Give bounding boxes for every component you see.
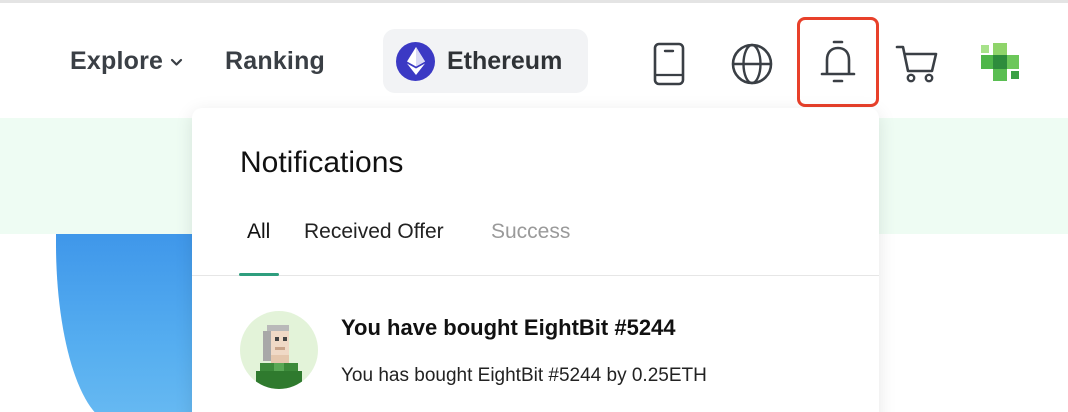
notification-tabs: All Received Offer Success — [192, 204, 879, 276]
account-avatar-button[interactable] — [977, 39, 1023, 85]
mobile-icon — [653, 42, 685, 86]
cart-button[interactable] — [892, 39, 942, 89]
hero-decorative-shape — [56, 234, 196, 412]
active-tab-indicator — [239, 273, 279, 276]
notifications-button[interactable] — [797, 17, 879, 107]
explore-menu[interactable]: Explore — [70, 47, 183, 76]
nft-avatar — [240, 311, 318, 389]
notification-description: You has bought EightBit #5244 by 0.25ETH — [341, 365, 707, 386]
tab-all[interactable]: All — [247, 220, 270, 244]
tab-success[interactable]: Success — [491, 220, 570, 244]
chain-label: Ethereum — [447, 46, 563, 75]
ranking-label: Ranking — [225, 47, 326, 75]
globe-icon — [731, 43, 773, 85]
explore-label: Explore — [70, 47, 164, 75]
mobile-app-button[interactable] — [644, 39, 694, 89]
notification-title: You have bought EightBit #5244 — [341, 315, 676, 340]
chain-selector-button[interactable]: Ethereum — [383, 29, 588, 93]
ethereum-icon — [396, 41, 435, 81]
language-button[interactable] — [727, 39, 777, 89]
cart-icon — [895, 45, 938, 83]
top-navigation-bar: Explore Ranking Ethereum — [0, 3, 1068, 118]
avatar-icon — [981, 43, 1019, 81]
tab-received-offer[interactable]: Received Offer — [304, 220, 444, 244]
ranking-link[interactable]: Ranking — [225, 47, 325, 76]
bell-icon — [820, 40, 856, 83]
notification-item[interactable]: You have bought EightBit #5244 You has b… — [192, 298, 879, 412]
notifications-dropdown: Notifications All Received Offer Success… — [192, 108, 879, 412]
chevron-down-icon — [171, 58, 183, 66]
notifications-title: Notifications — [240, 146, 404, 179]
